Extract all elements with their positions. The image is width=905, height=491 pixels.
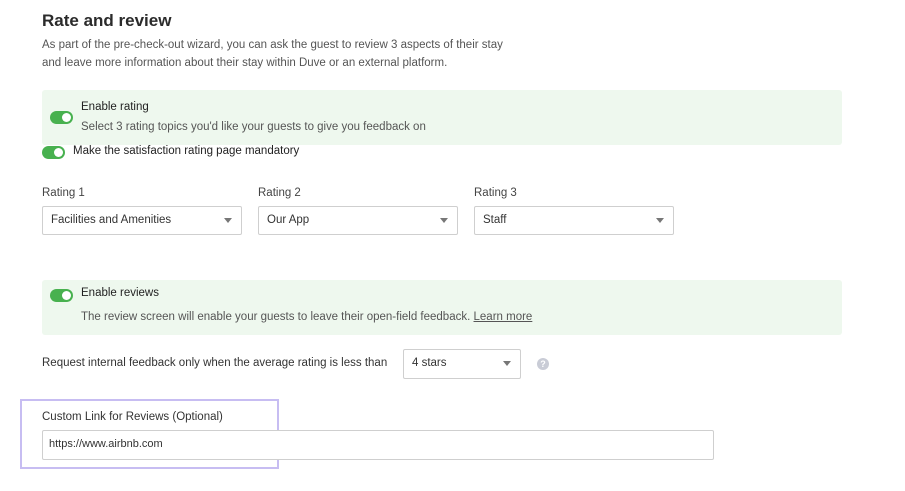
reviews-panel (42, 280, 842, 335)
mandatory-rating-toggle[interactable] (42, 146, 65, 159)
custom-link-input[interactable]: https://www.airbnb.com (42, 430, 714, 460)
rating-1-value: Facilities and Amenities (51, 214, 172, 226)
enable-reviews-subtext: The review screen will enable your guest… (81, 311, 532, 323)
reviews-subtext: The review screen will enable your guest… (81, 311, 471, 323)
enable-reviews-toggle[interactable] (50, 289, 73, 302)
rating-3-label: Rating 3 (474, 187, 517, 199)
rating-1-label: Rating 1 (42, 187, 85, 199)
enable-rating-label: Enable rating (81, 101, 149, 113)
help-icon[interactable]: ? (537, 358, 549, 370)
rating-2-label: Rating 2 (258, 187, 301, 199)
enable-rating-toggle[interactable] (50, 111, 73, 124)
chevron-down-icon (440, 218, 448, 223)
custom-link-label: Custom Link for Reviews (Optional) (42, 411, 223, 423)
learn-more-link[interactable]: Learn more (474, 311, 533, 323)
rating-1-select[interactable]: Facilities and Amenities (42, 206, 242, 235)
enable-reviews-label: Enable reviews (81, 287, 159, 299)
description-line-2: and leave more information about their s… (42, 57, 448, 69)
rating-panel (42, 90, 842, 145)
rating-3-value: Staff (483, 214, 507, 226)
threshold-value: 4 stars (412, 357, 447, 369)
mandatory-rating-label: Make the satisfaction rating page mandat… (73, 145, 300, 157)
enable-rating-subtext: Select 3 rating topics you'd like your g… (81, 121, 426, 133)
rating-2-value: Our App (267, 214, 310, 226)
rating-3-select[interactable]: Staff (474, 206, 674, 235)
page-title: Rate and review (42, 11, 172, 30)
chevron-down-icon (656, 218, 664, 223)
threshold-label: Request internal feedback only when the … (42, 357, 388, 369)
chevron-down-icon (224, 218, 232, 223)
description-line-1: As part of the pre-check-out wizard, you… (42, 39, 503, 51)
custom-link-value: https://www.airbnb.com (49, 438, 163, 450)
threshold-select[interactable]: 4 stars (403, 349, 521, 379)
rating-2-select[interactable]: Our App (258, 206, 458, 235)
chevron-down-icon (503, 361, 511, 366)
